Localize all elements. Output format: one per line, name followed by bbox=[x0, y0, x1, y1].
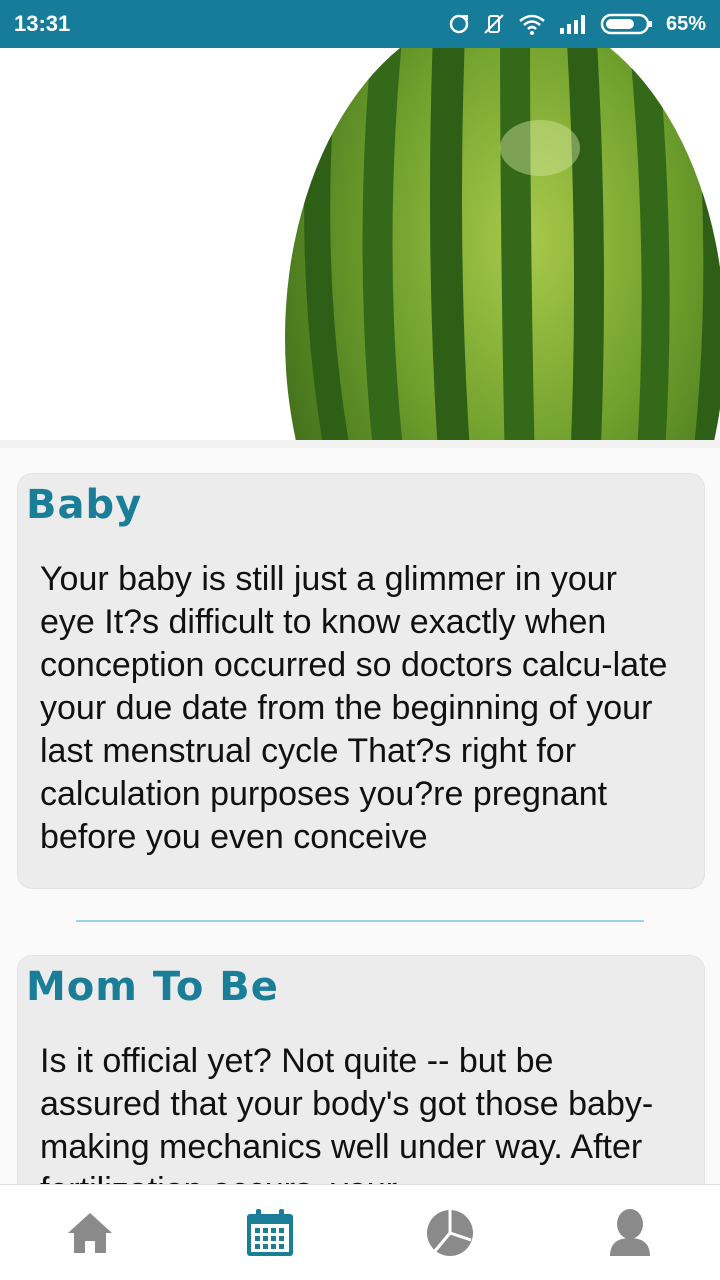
home-icon bbox=[68, 1213, 112, 1253]
profile-icon bbox=[610, 1209, 650, 1256]
battery-icon bbox=[600, 12, 654, 36]
pie-chart-icon bbox=[427, 1210, 473, 1256]
mom-to-be-card: Mom To Be Is it official yet? Not quite … bbox=[18, 956, 704, 1184]
sync-icon bbox=[448, 13, 470, 35]
status-bar: 13:31 65% bbox=[0, 0, 720, 48]
hero-image bbox=[0, 48, 720, 448]
baby-title: Baby bbox=[26, 482, 143, 528]
battery-percent: 65% bbox=[665, 12, 706, 35]
signal-icon bbox=[558, 14, 588, 34]
content-scroll-area[interactable]: Baby Your baby is still just a glimmer i… bbox=[0, 448, 720, 1184]
baby-card: Baby Your baby is still just a glimmer i… bbox=[18, 474, 704, 888]
watermelon-image bbox=[0, 48, 720, 448]
nav-profile[interactable] bbox=[540, 1185, 720, 1280]
section-divider bbox=[76, 920, 644, 922]
nav-home[interactable] bbox=[0, 1185, 180, 1280]
baby-text: Your baby is still just a glimmer in you… bbox=[40, 560, 668, 856]
vibrate-off-icon bbox=[482, 12, 506, 36]
bottom-nav bbox=[0, 1184, 720, 1280]
mom-to-be-text: Is it official yet? Not quite -- but be … bbox=[40, 1042, 654, 1184]
mom-to-be-title: Mom To Be bbox=[26, 964, 279, 1010]
nav-stats[interactable] bbox=[360, 1185, 540, 1280]
status-time: 13:31 bbox=[14, 11, 71, 36]
status-icons: 65% bbox=[448, 12, 706, 36]
calendar-icon bbox=[247, 1209, 293, 1256]
nav-calendar[interactable] bbox=[180, 1185, 360, 1280]
wifi-icon bbox=[518, 13, 546, 35]
